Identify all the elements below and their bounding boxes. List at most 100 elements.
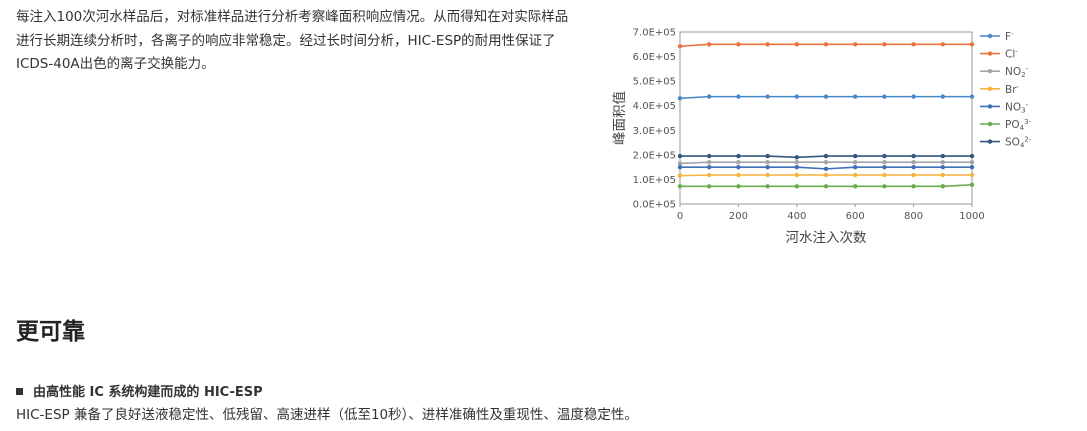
- data-point: [969, 182, 975, 188]
- data-point: [677, 164, 683, 170]
- data-point: [940, 184, 945, 189]
- y-tick-label: 2.0E+05: [633, 150, 676, 161]
- y-tick-label: 1.0E+05: [633, 175, 676, 186]
- feature-title: 由高性能 IC 系统构建而成的 HIC-ESP: [16, 381, 263, 400]
- data-point: [794, 160, 799, 165]
- section-heading: 更可靠: [16, 319, 85, 345]
- feature-description: HIC-ESP 兼备了良好送液稳定性、低残留、高速进样（低至10秒）、进样准确性…: [16, 407, 638, 423]
- data-point: [911, 184, 916, 189]
- y-tick-label: 0.0E+05: [633, 200, 676, 211]
- data-point: [882, 172, 887, 178]
- data-point: [823, 42, 829, 47]
- data-point: [882, 164, 887, 170]
- legend-swatch-marker: [987, 104, 993, 109]
- data-point: [794, 172, 799, 178]
- data-point: [765, 94, 770, 99]
- data-point: [940, 172, 945, 178]
- data-point: [677, 184, 683, 189]
- data-point: [765, 184, 770, 189]
- data-point: [911, 160, 916, 165]
- x-tick-label: 400: [787, 211, 806, 222]
- data-point: [765, 172, 770, 178]
- data-point: [736, 94, 741, 99]
- legend-label-5: PO43-: [1005, 118, 1032, 132]
- data-point: [969, 153, 975, 159]
- legend-label-0: F-: [1005, 30, 1014, 43]
- data-point: [969, 94, 975, 99]
- legend-swatch-marker: [987, 139, 993, 144]
- data-point: [911, 42, 916, 47]
- plot-frame: [679, 31, 973, 205]
- data-point: [707, 164, 712, 170]
- data-point: [707, 184, 712, 189]
- data-point: [765, 153, 770, 159]
- data-point: [911, 153, 916, 159]
- y-tick-label: 6.0E+05: [633, 52, 676, 63]
- data-point: [882, 160, 887, 165]
- legend-swatch-marker: [987, 51, 993, 56]
- data-point: [853, 94, 858, 99]
- data-point: [765, 164, 770, 170]
- y-tick-label: 7.0E+05: [633, 28, 676, 39]
- legend-label-6: SO42-: [1005, 136, 1032, 150]
- y-tick-label: 4.0E+05: [633, 101, 676, 112]
- legend-swatch-marker: [987, 33, 993, 39]
- chart-svg: 0.0E+05 1.0E+05 2.0E+05 3.0E+05 4.0E+05 5.0E+…: [612, 28, 1032, 247]
- square-bullet-icon: [16, 388, 23, 395]
- data-point: [940, 94, 945, 99]
- data-point: [823, 160, 829, 165]
- data-point: [823, 153, 829, 159]
- legend-label-1: Cl-: [1005, 48, 1018, 61]
- data-point: [969, 172, 975, 178]
- data-point: [940, 42, 945, 47]
- data-point: [707, 153, 712, 159]
- data-point: [882, 94, 887, 99]
- data-point: [794, 42, 799, 47]
- data-point: [853, 172, 858, 178]
- data-point: [911, 172, 916, 178]
- data-point: [736, 164, 741, 170]
- x-tick-label: 0: [677, 211, 683, 222]
- data-point: [736, 42, 741, 47]
- data-point: [677, 153, 683, 159]
- data-point: [707, 94, 712, 99]
- data-point: [853, 153, 858, 159]
- data-point: [940, 160, 945, 165]
- data-point: [823, 94, 829, 99]
- data-point: [969, 164, 975, 170]
- data-point: [882, 42, 887, 47]
- data-point: [882, 184, 887, 189]
- data-point: [853, 42, 858, 47]
- data-point: [794, 164, 799, 170]
- data-point: [794, 184, 799, 189]
- y-tick-label: 3.0E+05: [633, 126, 676, 137]
- data-point: [823, 172, 829, 178]
- x-tick-label: 1000: [959, 211, 984, 222]
- feature-title-text: 由高性能 IC 系统构建而成的 HIC-ESP: [33, 385, 263, 400]
- data-point: [940, 153, 945, 159]
- x-tick-label: 200: [729, 211, 748, 222]
- data-point: [736, 172, 741, 178]
- data-point: [823, 166, 829, 172]
- data-point: [736, 184, 741, 189]
- data-point: [882, 153, 887, 159]
- x-axis-title: 河水注入次数: [786, 230, 867, 246]
- data-point: [911, 164, 916, 170]
- data-point: [969, 42, 975, 47]
- legend-swatch-marker: [987, 121, 993, 127]
- data-point: [853, 164, 858, 170]
- data-point: [677, 44, 683, 49]
- data-point: [765, 42, 770, 47]
- y-axis-title: 峰面积值: [612, 91, 628, 145]
- data-point: [677, 96, 683, 101]
- data-point: [969, 160, 975, 165]
- y-tick-label: 5.0E+05: [633, 77, 676, 88]
- data-point: [794, 94, 799, 99]
- data-point: [707, 160, 712, 165]
- data-point: [794, 155, 799, 160]
- data-point: [707, 172, 712, 178]
- data-point: [677, 173, 683, 178]
- intro-paragraph: 每注入100次河水样品后，对标准样品进行分析考察峰面积响应情况。从而得知在对实际…: [16, 9, 569, 72]
- data-point: [736, 153, 741, 159]
- data-point: [853, 184, 858, 189]
